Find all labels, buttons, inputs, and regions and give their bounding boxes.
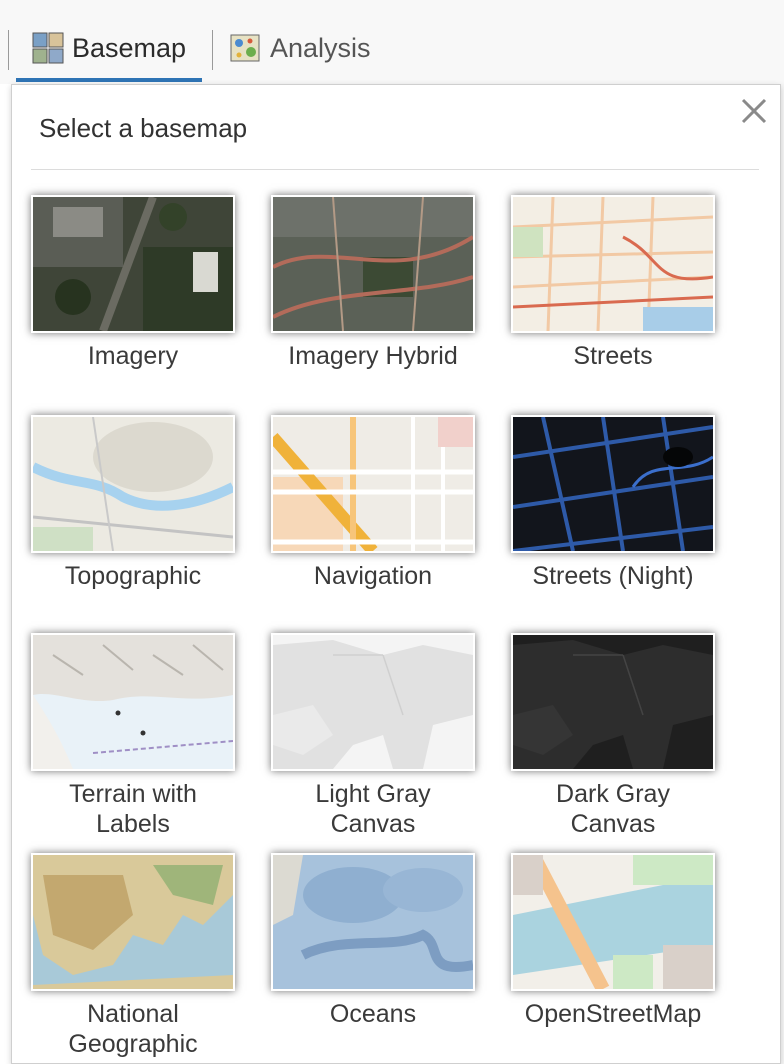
toolbar-separator bbox=[212, 30, 213, 70]
active-tab-indicator bbox=[16, 78, 202, 82]
basemap-label: Oceans bbox=[329, 1000, 417, 1028]
openstreetmap-thumbnail bbox=[511, 853, 715, 991]
basemap-tile-imagery[interactable]: Imagery bbox=[31, 195, 235, 371]
light-gray-canvas-thumbnail bbox=[271, 633, 475, 771]
basemap-tile-terrain-with-labels[interactable]: Terrain with Labels bbox=[31, 633, 235, 839]
basemap-tile-openstreetmap[interactable]: OpenStreetMap bbox=[511, 853, 715, 1029]
topographic-thumbnail bbox=[31, 415, 235, 553]
imagery-thumbnail bbox=[31, 195, 235, 333]
tab-basemap[interactable]: Basemap bbox=[32, 26, 186, 70]
analysis-map-icon bbox=[230, 32, 262, 64]
basemap-label: Streets (Night) bbox=[532, 562, 694, 590]
basemap-label: Streets bbox=[573, 342, 653, 370]
basemap-tile-oceans[interactable]: Oceans bbox=[271, 853, 475, 1029]
close-icon bbox=[741, 98, 767, 124]
tab-analysis[interactable]: Analysis bbox=[230, 26, 371, 70]
basemap-label: Terrain with Labels bbox=[69, 780, 197, 838]
streets-thumbnail bbox=[511, 195, 715, 333]
imagery-hybrid-thumbnail bbox=[271, 195, 475, 333]
basemap-grid-icon bbox=[32, 32, 64, 64]
tab-analysis-label: Analysis bbox=[270, 32, 371, 63]
basemap-gallery-popup: Select a basemap Imagery Imagery Hybrid … bbox=[11, 84, 781, 1064]
close-button[interactable] bbox=[738, 95, 770, 127]
basemap-label: National Geographic bbox=[68, 1000, 198, 1058]
basemap-label: Imagery bbox=[87, 342, 179, 370]
basemap-label: Light Gray Canvas bbox=[315, 780, 431, 838]
basemap-label: Dark Gray Canvas bbox=[556, 780, 670, 838]
national-geographic-thumbnail bbox=[31, 853, 235, 991]
terrain-thumbnail bbox=[31, 633, 235, 771]
basemap-tile-imagery-hybrid[interactable]: Imagery Hybrid bbox=[271, 195, 475, 371]
tab-basemap-label: Basemap bbox=[72, 32, 187, 63]
streets-night-thumbnail bbox=[511, 415, 715, 553]
toolbar-separator bbox=[8, 30, 9, 70]
basemap-tile-national-geographic[interactable]: National Geographic bbox=[31, 853, 235, 1059]
divider bbox=[31, 169, 759, 170]
basemap-tile-topographic[interactable]: Topographic bbox=[31, 415, 235, 591]
basemap-label: Imagery Hybrid bbox=[288, 342, 458, 370]
basemap-tile-dark-gray-canvas[interactable]: Dark Gray Canvas bbox=[511, 633, 715, 839]
oceans-thumbnail bbox=[271, 853, 475, 991]
dark-gray-canvas-thumbnail bbox=[511, 633, 715, 771]
toolbar: Basemap Analysis bbox=[0, 0, 784, 84]
basemap-tile-streets[interactable]: Streets bbox=[511, 195, 715, 371]
basemap-tile-light-gray-canvas[interactable]: Light Gray Canvas bbox=[271, 633, 475, 839]
navigation-thumbnail bbox=[271, 415, 475, 553]
basemap-label: Navigation bbox=[313, 562, 433, 590]
popup-title: Select a basemap bbox=[39, 113, 248, 143]
basemap-tile-navigation[interactable]: Navigation bbox=[271, 415, 475, 591]
basemap-tile-streets-night[interactable]: Streets (Night) bbox=[511, 415, 715, 591]
basemap-label: OpenStreetMap bbox=[524, 1000, 702, 1028]
basemap-label: Topographic bbox=[64, 562, 202, 590]
